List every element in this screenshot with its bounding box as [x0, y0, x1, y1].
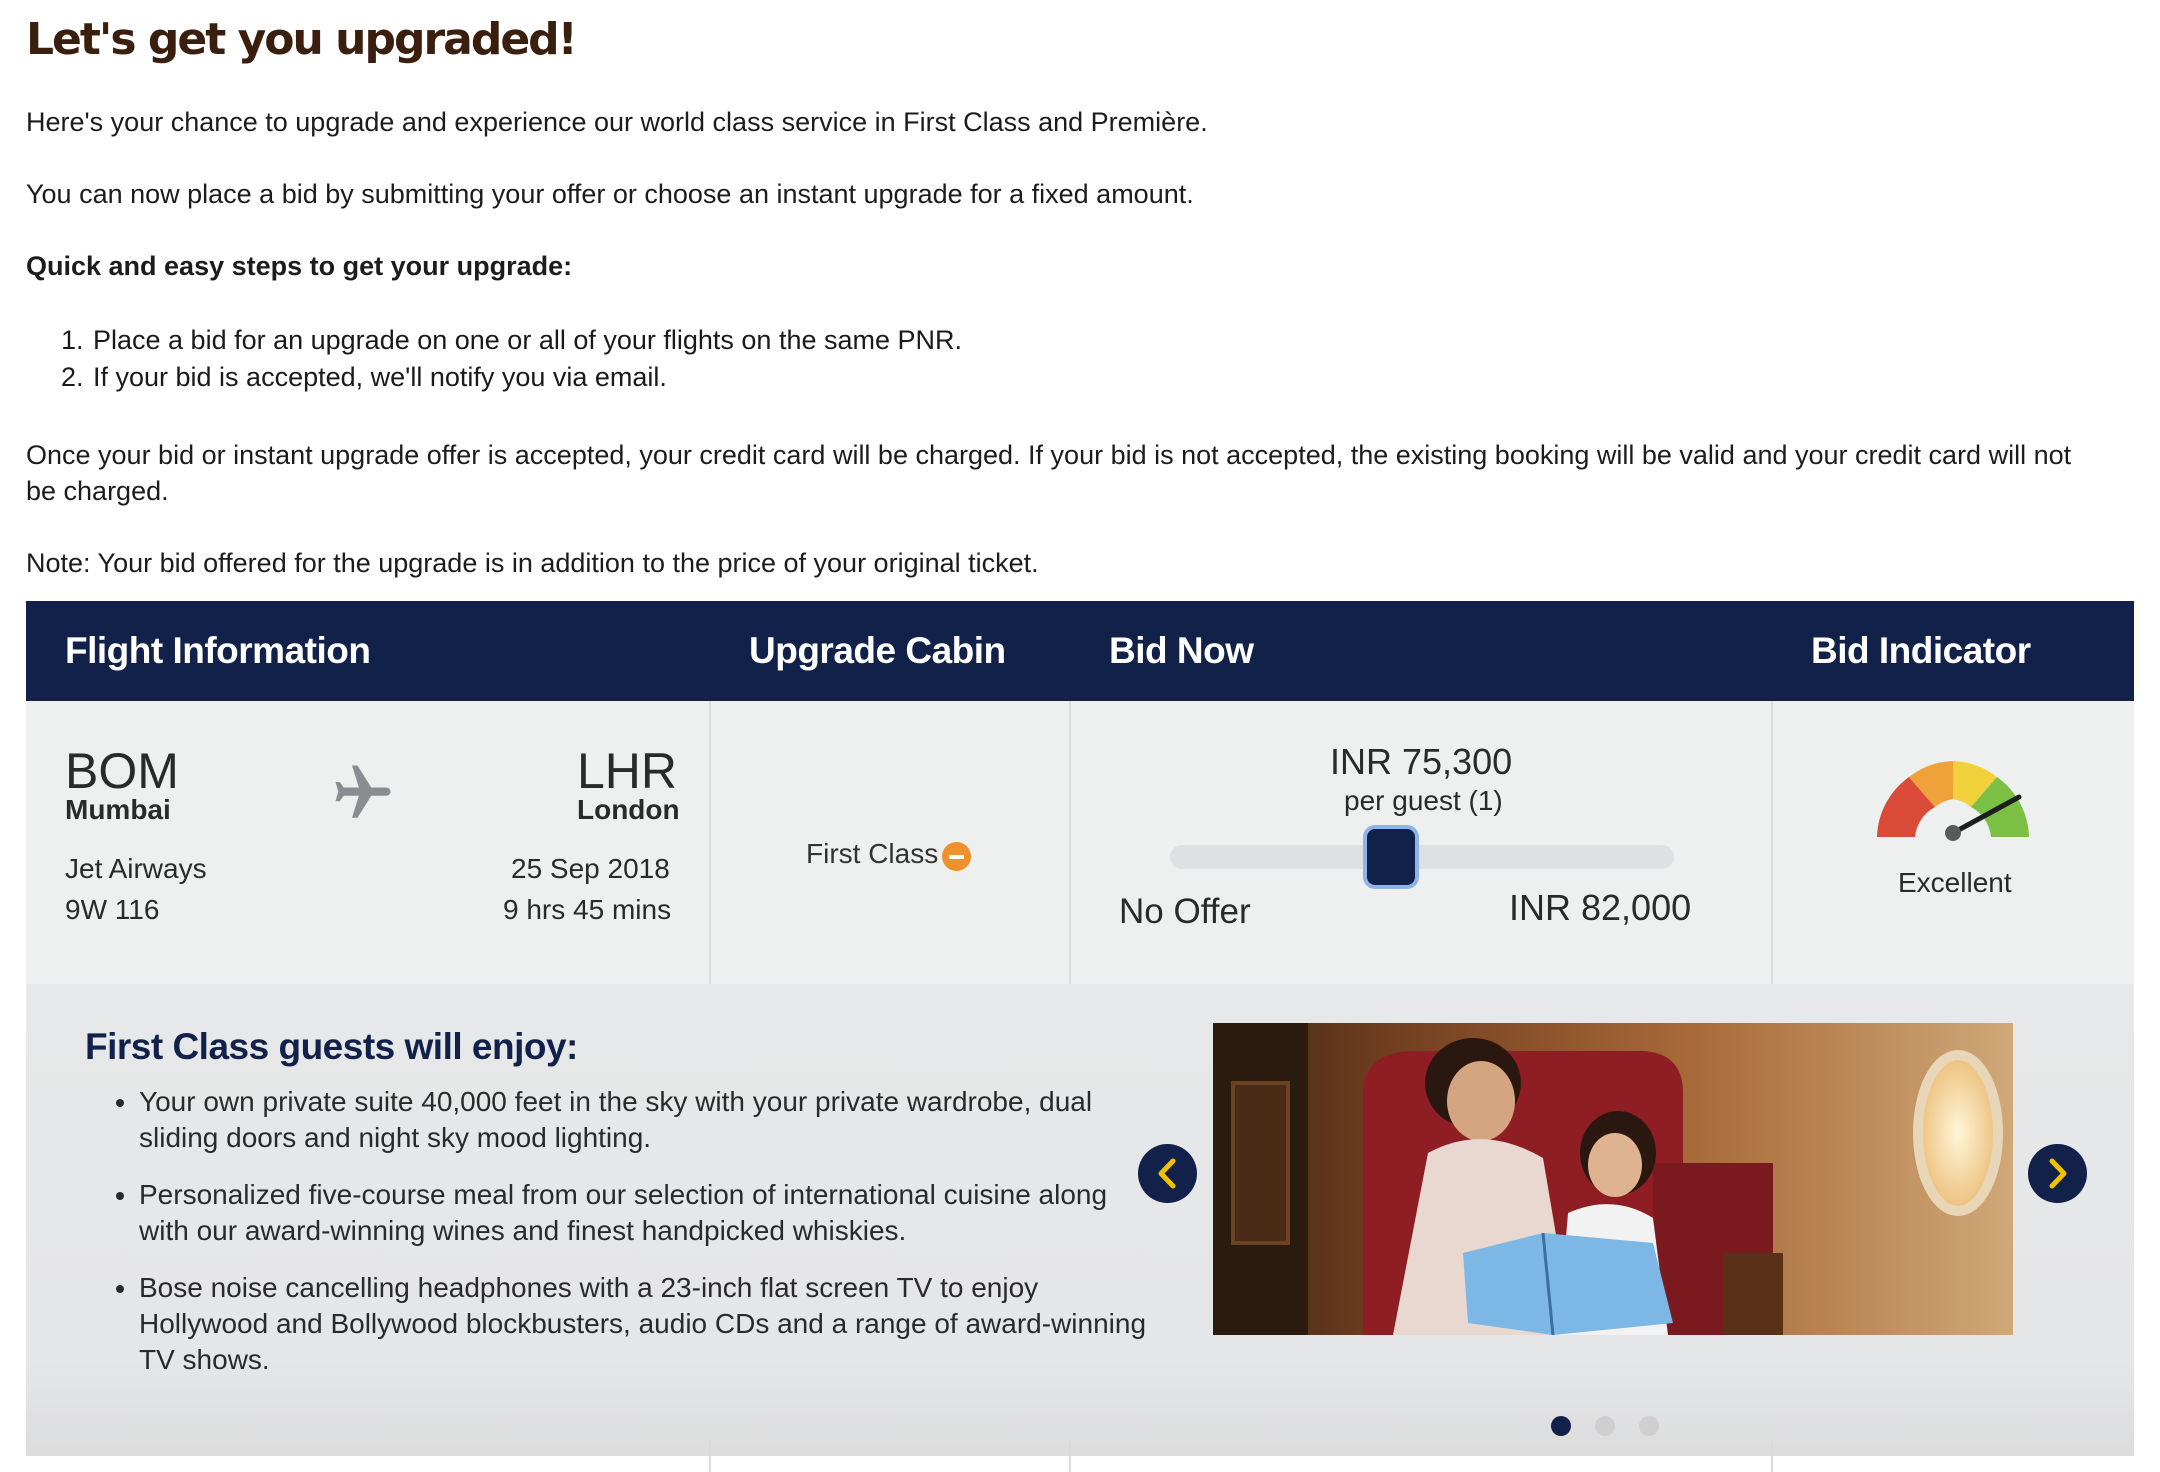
flight-duration: 9 hrs 45 mins [503, 894, 672, 925]
column-divider [709, 1440, 711, 1472]
benefits-heading: First Class guests will enjoy: [85, 1026, 578, 1067]
benefit-item: Bose noise cancelling headphones with a … [139, 1270, 1159, 1378]
header-upgrade-cabin: Upgrade Cabin [749, 630, 1006, 671]
per-guest-label: per guest (1) [1344, 785, 1503, 816]
benefits-list: Your own private suite 40,000 feet in th… [85, 1084, 1159, 1399]
steps-list: Place a bid for an upgrade on one or all… [66, 322, 962, 396]
bid-intro-paragraph: You can now place a bid by submitting yo… [26, 179, 1194, 209]
chevron-right-icon [2028, 1144, 2087, 1208]
bid-slider-track[interactable] [1170, 845, 1674, 869]
header-flight-information: Flight Information [65, 630, 371, 671]
carousel-dot-2[interactable] [1595, 1416, 1615, 1436]
intro-paragraph: Here's your chance to upgrade and experi… [26, 107, 1208, 137]
bid-slider-handle[interactable] [1367, 829, 1415, 885]
page-title: Let's get you upgraded! [26, 14, 578, 65]
carousel-dot-3[interactable] [1639, 1416, 1659, 1436]
carousel-dot-1[interactable] [1551, 1416, 1571, 1436]
header-bid-now: Bid Now [1109, 630, 1254, 671]
benefit-item: Personalized five-course meal from our s… [139, 1177, 1159, 1249]
carousel-image [1213, 1023, 2013, 1335]
slider-max-label: INR 82,000 [1509, 887, 1692, 928]
destination-code: LHR [577, 743, 678, 799]
chevron-left-icon [1138, 1144, 1197, 1208]
airplane-icon [330, 760, 396, 826]
steps-heading: Quick and easy steps to get your upgrade… [26, 251, 573, 281]
origin-city: Mumbai [65, 794, 171, 825]
charge-paragraph-line1: Once your bid or instant upgrade offer i… [26, 440, 2072, 470]
bid-amount: INR 75,300 [1330, 741, 1513, 782]
column-divider [1069, 701, 1071, 984]
gauge-icon [1873, 757, 2033, 842]
column-divider [1771, 1440, 1773, 1472]
header-bid-indicator: Bid Indicator [1811, 630, 2031, 671]
flight-row [26, 701, 2134, 984]
flight-date: 25 Sep 2018 [511, 853, 670, 884]
column-divider [709, 701, 711, 984]
destination-city: London [577, 794, 680, 825]
table-header: Flight Information Upgrade Cabin Bid Now… [26, 601, 2134, 701]
cabin-label: First Class [806, 838, 939, 869]
column-divider [1069, 1440, 1071, 1472]
charge-paragraph-line2: be charged. [26, 476, 169, 506]
origin-code: BOM [65, 743, 179, 799]
step-item: Place a bid for an upgrade on one or all… [91, 322, 962, 359]
step-item: If your bid is accepted, we'll notify yo… [91, 359, 962, 396]
bid-indicator-label: Excellent [1898, 867, 2012, 898]
flight-number: 9W 116 [65, 894, 160, 925]
slider-min-label: No Offer [1119, 892, 1251, 931]
carousel-next-button[interactable] [2028, 1144, 2087, 1203]
minus-circle-icon[interactable] [942, 842, 971, 871]
airline-name: Jet Airways [65, 853, 207, 884]
carousel-prev-button[interactable] [1138, 1144, 1197, 1203]
note-paragraph: Note: Your bid offered for the upgrade i… [26, 548, 1039, 578]
benefit-item: Your own private suite 40,000 feet in th… [139, 1084, 1159, 1156]
column-divider [1771, 701, 1773, 984]
